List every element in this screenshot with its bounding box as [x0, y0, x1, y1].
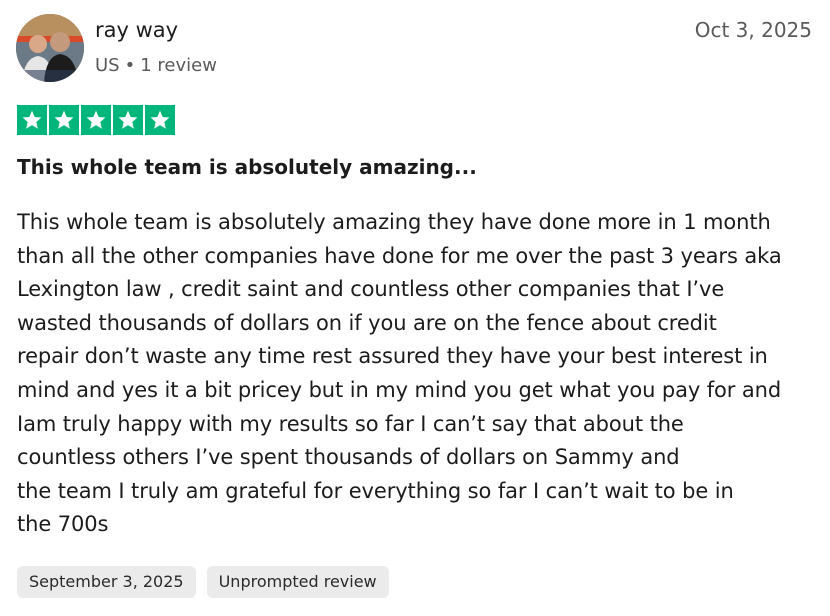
review-date: Oct 3, 2025 — [694, 18, 812, 42]
star-icon — [113, 105, 143, 135]
star-icon — [49, 105, 79, 135]
reviewer-review-count: 1 review — [140, 55, 217, 76]
reviewer-avatar[interactable] — [16, 14, 84, 82]
review-body: This whole team is absolutely amazing th… — [17, 210, 782, 537]
reviewer-name[interactable]: ray way — [95, 16, 178, 44]
star-icon — [81, 105, 111, 135]
star-rating — [17, 105, 175, 135]
star-icon — [145, 105, 175, 135]
reviewer-country: US — [95, 55, 120, 76]
experience-date-badge: September 3, 2025 — [17, 566, 196, 598]
review-title[interactable]: This whole team is absolutely amazing... — [17, 151, 477, 183]
unprompted-review-badge[interactable]: Unprompted review — [206, 566, 389, 598]
review-tags: September 3, 2025 Unprompted review — [17, 566, 389, 598]
meta-separator: • — [124, 55, 136, 76]
reviewer-meta: US • 1 review — [95, 53, 217, 79]
star-icon — [17, 105, 47, 135]
review-card: ray way US • 1 review Oct 3, 2025 This who… — [0, 0, 830, 616]
